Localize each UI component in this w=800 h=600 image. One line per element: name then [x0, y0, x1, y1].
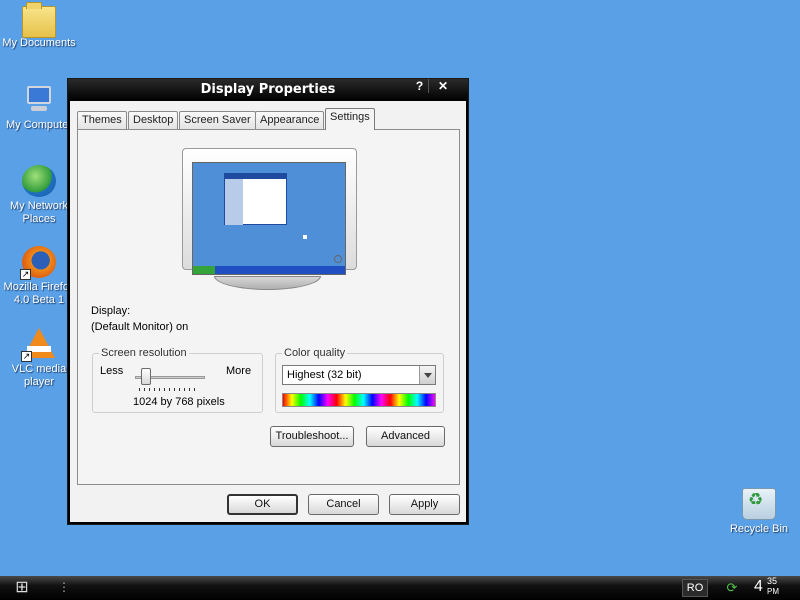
taskbar: ⊞ ⋮ RO ⟳ 4 35 PM	[0, 576, 800, 600]
desktop-icon-label: Mozilla Firefox 4.0 Beta 1	[3, 281, 75, 306]
screen-resolution-group: Screen resolution Less More 1024 by 768 …	[92, 347, 263, 413]
shortcut-arrow-icon: ↗	[20, 269, 31, 280]
desktop-icon-recycle-bin[interactable]: Recycle Bin	[720, 488, 798, 536]
screen-resolution-legend: Screen resolution	[99, 347, 189, 359]
display-label: Display:	[91, 305, 131, 317]
chevron-down-icon[interactable]	[419, 366, 435, 384]
ok-button[interactable]: OK	[227, 494, 298, 515]
monitor-bezel	[182, 148, 357, 275]
troubleshoot-button[interactable]: Troubleshoot...	[270, 426, 354, 447]
quick-launch-chevron-icon[interactable]: ⋮	[58, 580, 70, 594]
desktop-icon-label: My Computer	[5, 119, 73, 131]
firefox-icon: ↗	[20, 246, 56, 280]
tab-appearance[interactable]: Appearance	[255, 111, 325, 130]
monitor-screen-preview	[192, 162, 346, 275]
clock-minute: 35	[767, 576, 778, 586]
tab-screen-saver[interactable]: Screen Saver	[179, 111, 256, 130]
color-spectrum-bar	[282, 393, 436, 407]
settings-panel: Display: (Default Monitor) on Screen res…	[77, 129, 460, 485]
recycle-bin-icon	[742, 488, 776, 520]
display-properties-window: Display Properties ? ✕ Themes Desktop Sc…	[67, 78, 469, 525]
network-tray-icon[interactable]: ⟳	[724, 580, 740, 596]
windows-logo-icon: ⊞	[15, 579, 29, 596]
color-quality-select[interactable]: Highest (32 bit)	[282, 365, 436, 385]
vlc-icon: ↗	[21, 328, 55, 362]
window-title: Display Properties	[200, 82, 336, 97]
desktop-icon-label: VLC media player	[11, 363, 67, 388]
network-icon	[22, 165, 56, 197]
preview-cursor	[303, 235, 307, 239]
desktop-icon-label: My Documents	[2, 37, 76, 49]
clock-ampm: PM	[767, 587, 779, 596]
tab-desktop[interactable]: Desktop	[128, 111, 179, 130]
desktop-icon-label: Recycle Bin	[729, 523, 789, 535]
desktop-icon-my-documents[interactable]: My Documents	[0, 2, 78, 50]
preview-taskbar	[193, 266, 345, 274]
resolution-slider-thumb[interactable]	[141, 368, 151, 385]
preview-start-button	[193, 266, 215, 274]
shortcut-arrow-icon: ↗	[21, 351, 32, 362]
clock-hour: 4	[754, 578, 763, 595]
desktop-icon-label: My Network Places	[9, 200, 69, 225]
cancel-button[interactable]: Cancel	[308, 494, 379, 515]
color-quality-selected: Highest (32 bit)	[287, 369, 362, 381]
close-button[interactable]: ✕	[434, 79, 452, 93]
apply-button[interactable]: Apply	[389, 494, 460, 515]
resolution-value: 1024 by 768 pixels	[133, 396, 225, 408]
slider-ticks	[139, 388, 199, 391]
display-value: (Default Monitor) on	[91, 321, 189, 333]
clock[interactable]: 4 35 PM	[754, 576, 779, 596]
help-button[interactable]: ?	[411, 79, 429, 93]
color-quality-group: Color quality Highest (32 bit)	[275, 347, 444, 413]
monitor-preview	[182, 148, 357, 296]
tab-settings[interactable]: Settings	[325, 108, 375, 130]
tab-themes[interactable]: Themes	[77, 111, 127, 130]
less-label: Less	[100, 365, 124, 377]
language-indicator[interactable]: RO	[682, 579, 708, 597]
title-bar[interactable]: Display Properties ? ✕	[68, 79, 468, 101]
power-button-icon	[334, 255, 342, 263]
monitor-stand	[214, 276, 321, 290]
folder-icon	[22, 2, 56, 38]
color-quality-legend: Color quality	[282, 347, 348, 359]
preview-window	[224, 173, 287, 225]
window-client: Themes Desktop Screen Saver Appearance S…	[70, 101, 466, 522]
advanced-button[interactable]: Advanced	[366, 426, 445, 447]
computer-icon	[22, 84, 56, 116]
more-label: More	[226, 365, 252, 377]
start-button[interactable]: ⊞	[8, 579, 36, 597]
